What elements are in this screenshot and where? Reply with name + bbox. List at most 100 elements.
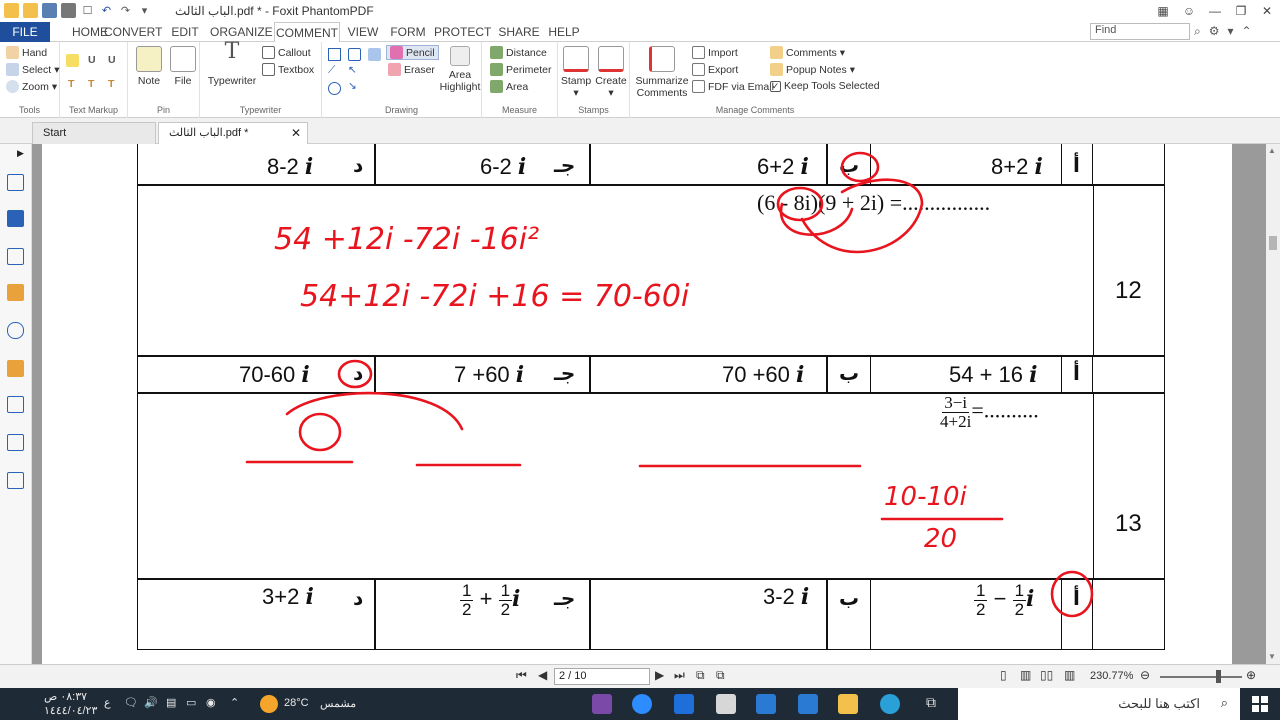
taskbar-search[interactable]: اكتب هنا للبحث ⌕ — [958, 688, 1240, 720]
weather-temp[interactable]: 28°C — [284, 697, 309, 709]
tab-document[interactable]: الباب الثالث.pdf * ✕ — [158, 122, 308, 144]
view-next-icon[interactable]: ⧉ — [716, 668, 725, 683]
squiggly-icon[interactable]: U — [108, 54, 116, 66]
minimize-button[interactable]: — — [1202, 0, 1228, 22]
area-highlight-button[interactable]: Area Highlight — [438, 46, 482, 93]
continuous-icon[interactable]: ▥ — [1020, 668, 1031, 682]
comments-dropdown[interactable]: Comments ▾ — [770, 46, 845, 59]
hand-tool[interactable]: Hand — [6, 46, 47, 59]
tab-protect[interactable]: PROTECT — [434, 22, 491, 42]
security-icon[interactable] — [7, 360, 24, 377]
redo-icon[interactable]: ↷ — [118, 3, 133, 18]
layers-icon[interactable] — [7, 248, 24, 265]
scroll-up-icon[interactable]: ▲ — [1268, 146, 1276, 155]
eraser-button[interactable]: Eraser — [388, 63, 435, 76]
keep-tools-checkbox[interactable]: ✓ Keep Tools Selected — [770, 80, 880, 92]
import-button[interactable]: Import — [692, 46, 738, 59]
note-button[interactable]: Note — [134, 46, 164, 87]
polygon-icon[interactable] — [348, 48, 361, 61]
polyline-icon[interactable]: ↘ — [348, 80, 357, 92]
expand-panel-icon[interactable]: ▶ — [17, 148, 24, 159]
close-button[interactable]: ✕ — [1254, 0, 1280, 22]
underline-icon[interactable]: U — [88, 54, 96, 66]
folder-open-icon[interactable] — [4, 3, 19, 18]
whiteboard-icon[interactable] — [674, 694, 694, 714]
search-icon[interactable]: ⌕ — [1194, 24, 1201, 39]
edit-tools-icon[interactable] — [7, 472, 24, 489]
person-icon[interactable]: ☺ — [1176, 0, 1202, 22]
start-button[interactable] — [1240, 688, 1280, 720]
line-icon[interactable]: ⟋ — [328, 64, 335, 77]
continuous-facing-icon[interactable]: ▥ — [1064, 668, 1075, 682]
vertical-scrollbar[interactable]: ▲ ▼ — [1266, 144, 1280, 664]
battery-icon[interactable]: ▭ — [186, 696, 196, 709]
tab-share[interactable]: SHARE — [496, 22, 542, 42]
tab-start[interactable]: Start — [32, 122, 156, 144]
pencil-button[interactable]: Pencil — [386, 45, 439, 60]
arrow-icon[interactable]: ↖ — [348, 64, 357, 76]
tab-convert[interactable]: CONVERT — [104, 22, 162, 42]
store-icon[interactable] — [798, 694, 818, 714]
first-page-icon[interactable]: ⏮ — [516, 668, 527, 683]
page-number-input[interactable]: 2 / 10 — [554, 668, 650, 685]
clock-date[interactable]: ١٤٤٤/٠٤/٢٣ — [44, 704, 97, 717]
tab-view[interactable]: VIEW — [344, 22, 382, 42]
find-input[interactable]: Find — [1090, 23, 1190, 40]
stamp-button[interactable]: Stamp ▾ — [560, 46, 592, 99]
bookmark-icon[interactable] — [7, 210, 24, 227]
replace-text-icon[interactable]: T — [88, 78, 94, 90]
popup-notes-dropdown[interactable]: Popup Notes ▾ — [770, 63, 855, 76]
close-tab-icon[interactable]: ✕ — [291, 123, 301, 143]
view-prev-icon[interactable]: ⧉ — [696, 668, 705, 683]
task-view-icon[interactable]: ⧉ — [926, 694, 936, 711]
show-hidden-icons[interactable]: ⌃ — [230, 696, 239, 709]
weather-sun-icon[interactable] — [260, 695, 278, 713]
chevron-up-icon[interactable]: ⌃ — [1242, 24, 1252, 39]
callout-button[interactable]: Callout — [262, 46, 311, 59]
comments-panel-icon[interactable] — [7, 284, 24, 301]
folder-icon[interactable] — [23, 3, 38, 18]
signature-icon[interactable] — [7, 396, 24, 413]
previous-page-icon[interactable]: ◀ — [538, 668, 547, 682]
rectangle-icon[interactable] — [328, 48, 341, 61]
tray-icon[interactable]: ◉ — [206, 696, 216, 709]
dropdown-icon[interactable]: ▾ — [137, 3, 152, 18]
select-tool[interactable]: Select ▾ — [6, 63, 59, 76]
clock-time[interactable]: ٠٨:٣٧ ص — [44, 690, 87, 703]
print-icon[interactable] — [61, 3, 76, 18]
foxit-icon[interactable] — [592, 694, 612, 714]
zoom-out-icon[interactable]: ⊖ — [1140, 668, 1150, 682]
gear-icon[interactable]: ⚙ — [1209, 24, 1220, 39]
maximize-button[interactable]: ❐ — [1228, 0, 1254, 22]
network-icon[interactable]: ▤ — [166, 696, 176, 709]
form-fields-icon[interactable] — [7, 434, 24, 451]
last-page-icon[interactable]: ⏭ — [674, 668, 685, 683]
textbox-button[interactable]: Textbox — [262, 63, 314, 76]
zoom-slider-handle[interactable] — [1216, 670, 1221, 683]
strikeout-icon[interactable]: T — [68, 78, 74, 90]
typewriter-button[interactable]: T Typewriter — [206, 41, 258, 88]
highlight-icon[interactable] — [66, 54, 79, 67]
scroll-thumb[interactable] — [1269, 236, 1277, 250]
undo-icon[interactable]: ↶ — [99, 3, 114, 18]
tab-edit[interactable]: EDIT — [166, 22, 204, 42]
edge-icon[interactable] — [880, 694, 900, 714]
app-icon[interactable] — [716, 694, 736, 714]
zoom-level[interactable]: 230.77% — [1090, 670, 1133, 682]
file-explorer-icon[interactable] — [838, 694, 858, 714]
tab-help[interactable]: HELP — [546, 22, 582, 42]
volume-icon[interactable]: 🔊 — [144, 696, 158, 709]
cloud-icon[interactable] — [368, 48, 381, 61]
fdf-email-button[interactable]: FDF via Email — [692, 80, 774, 93]
single-page-icon[interactable]: ▯ — [1000, 668, 1007, 682]
chevron-down-icon[interactable]: ▾ — [1228, 24, 1234, 39]
save-icon[interactable] — [42, 3, 57, 18]
notification-icon[interactable]: 🗨 — [124, 696, 138, 709]
mail-icon[interactable] — [756, 694, 776, 714]
tab-file[interactable]: FILE — [0, 22, 50, 42]
summarize-comments-button[interactable]: Summarize Comments — [634, 46, 690, 99]
zoom-in-icon[interactable]: ⊕ — [1246, 668, 1256, 682]
scroll-down-icon[interactable]: ▼ — [1268, 652, 1276, 661]
select-icon[interactable]: ☐ — [80, 3, 95, 18]
distance-button[interactable]: Distance — [490, 46, 547, 59]
